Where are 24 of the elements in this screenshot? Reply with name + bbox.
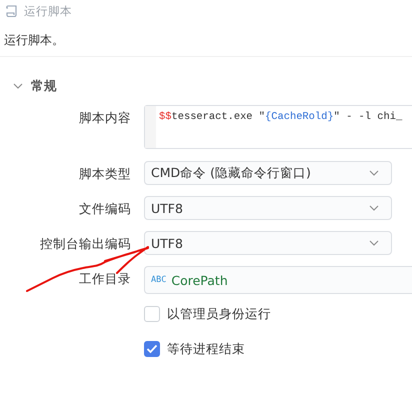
checkbox-label: 等待进程结束 [167, 340, 245, 358]
description: 运行脚本。 [3, 32, 65, 49]
checkbox-label: 以管理员身份运行 [167, 306, 271, 322]
checkbox[interactable] [144, 341, 160, 357]
code-line: $$tesseract.exe "{CacheRold}" - -l chi_ [158, 110, 402, 125]
field-label: 控制台输出编码 [39, 235, 131, 253]
section-title: 常规 [31, 78, 57, 94]
type-label: ABC [151, 275, 166, 285]
chevron-icon [369, 170, 379, 176]
field-label: 脚本内容 [78, 109, 131, 127]
directory-field[interactable]: ABC CorePath [144, 266, 412, 294]
field-label: 文件编码 [78, 200, 131, 218]
chevron-icon [369, 240, 379, 246]
field-label: 工作目录 [78, 270, 131, 288]
chevron-icon[interactable] [13, 83, 23, 89]
field-value: CorePath [171, 272, 228, 288]
field-label: 脚本类型 [78, 165, 131, 183]
dropdown[interactable]: CMD命令 (隐藏命令行窗口) [144, 161, 392, 185]
script-editor[interactable]: $$tesseract.exe "{CacheRold}" - -l chi_ [144, 105, 412, 149]
scroll-icon [5, 4, 19, 18]
chevron-icon [369, 205, 379, 211]
dropdown[interactable]: UTF8 [144, 231, 392, 255]
page-title: 运行脚本 [24, 4, 72, 18]
dropdown[interactable]: UTF8 [144, 196, 392, 220]
